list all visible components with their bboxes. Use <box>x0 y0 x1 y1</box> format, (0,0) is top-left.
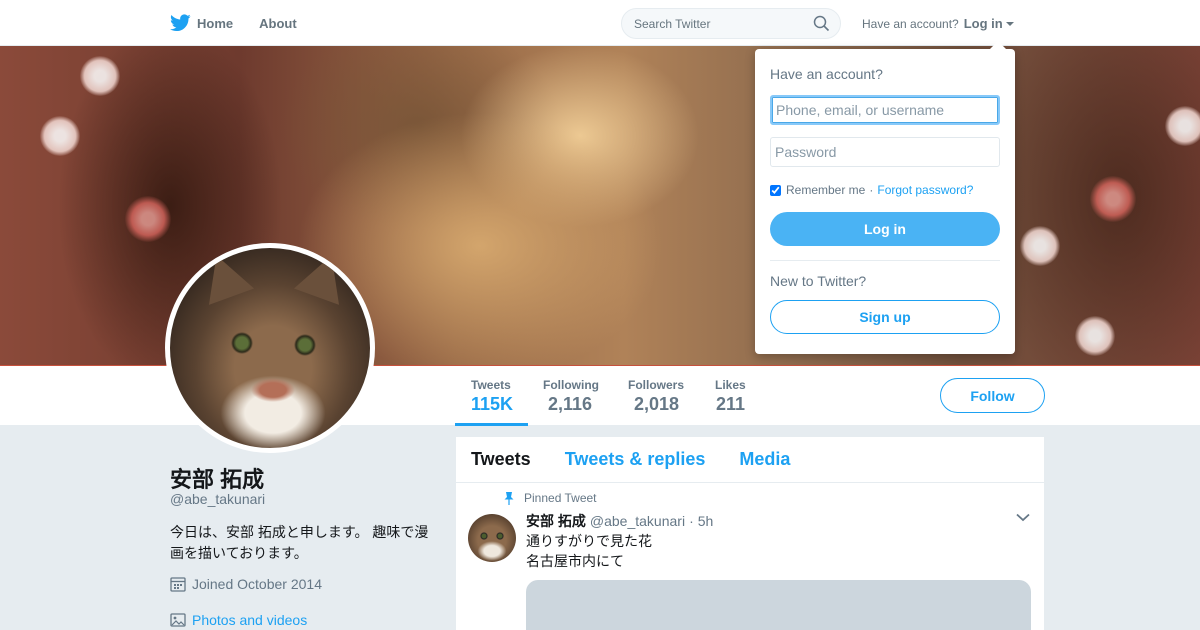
caret-down-icon <box>1005 21 1014 26</box>
tweet-header: 安部 拓成 @abe_takunari · 5h <box>526 511 713 531</box>
remember-checkbox[interactable] <box>770 184 781 196</box>
have-account-text: Have an account? <box>862 16 959 31</box>
remember-label[interactable]: Remember me <box>786 183 865 197</box>
tweet-author-handle[interactable]: @abe_takunari <box>590 513 685 529</box>
banner-decoration <box>1075 316 1115 356</box>
profile-bio: 今日は、安部 拓成と申します。 趣味で漫画を描いております。 <box>170 524 429 561</box>
photos-link-label: Photos and videos <box>192 612 308 628</box>
login-dropdown: Have an account? Remember me · Forgot pa… <box>755 41 1015 354</box>
stat-likes[interactable]: Likes 211 <box>715 378 746 415</box>
password-field[interactable] <box>770 137 1000 167</box>
banner-decoration <box>1020 226 1060 266</box>
tweet-text-line: 通りすがりで見た花 <box>526 533 652 549</box>
stat-followers[interactable]: Followers 2,018 <box>628 378 684 415</box>
photo-icon <box>170 612 186 628</box>
tweet-avatar[interactable] <box>468 514 516 562</box>
search-icon[interactable] <box>813 15 830 37</box>
pinned-tweet[interactable]: Pinned Tweet 安部 拓成 @abe_takunari · 5h 通り… <box>456 437 1044 630</box>
stat-label: Tweets <box>471 378 511 392</box>
pinned-label-text: Pinned Tweet <box>524 491 597 505</box>
chevron-down-icon[interactable] <box>1016 513 1030 522</box>
tweet-author-name[interactable]: 安部 拓成 <box>526 511 586 531</box>
stat-label: Followers <box>628 378 685 392</box>
login-title: Have an account? <box>770 66 883 82</box>
remember-row: Remember me · Forgot password? <box>770 183 973 197</box>
stat-label: Likes <box>715 378 746 392</box>
tweet-media[interactable] <box>526 580 1031 630</box>
banner-decoration <box>1165 106 1200 146</box>
banner-decoration <box>125 196 171 242</box>
profile-joined: Joined October 2014 <box>170 576 322 592</box>
forgot-password-link[interactable]: Forgot password? <box>877 183 973 197</box>
dropdown-divider <box>770 260 1000 261</box>
stat-label: Following <box>543 378 599 392</box>
dropdown-arrow <box>990 41 1006 49</box>
stat-value: 2,116 <box>548 394 593 414</box>
search-box[interactable] <box>621 8 841 39</box>
calendar-icon <box>170 576 186 592</box>
photos-and-videos-link[interactable]: Photos and videos <box>170 612 307 628</box>
profile-joined-text: Joined October 2014 <box>192 576 322 592</box>
profile-handle[interactable]: @abe_takunari <box>170 491 265 507</box>
login-menu-toggle[interactable]: Log in <box>964 16 1014 31</box>
stat-value: 2,018 <box>634 394 680 414</box>
pinned-label: Pinned Tweet <box>504 491 597 505</box>
stat-tweets[interactable]: Tweets 115K <box>471 378 513 415</box>
stat-value: 211 <box>716 394 746 414</box>
nav-home[interactable]: Home <box>170 14 233 32</box>
stat-value: 115K <box>471 394 514 414</box>
follow-button[interactable]: Follow <box>940 378 1045 413</box>
banner-decoration <box>40 116 80 156</box>
banner-decoration <box>1090 176 1136 222</box>
banner-decoration <box>80 56 120 96</box>
tweet-separator: · <box>689 513 694 529</box>
profile-avatar[interactable] <box>165 243 375 453</box>
tweet-text-line: 名古屋市内にて <box>526 553 624 569</box>
new-to-twitter-text: New to Twitter? <box>770 273 867 289</box>
pin-icon <box>504 491 514 505</box>
username-field[interactable] <box>770 95 1000 125</box>
tweet-timestamp[interactable]: 5h <box>698 513 714 529</box>
login-button[interactable]: Log in <box>770 212 1000 246</box>
twitter-bird-icon <box>170 14 191 32</box>
search-input[interactable] <box>622 9 802 38</box>
nav-left: Home About <box>170 0 323 46</box>
active-stat-indicator <box>455 423 528 426</box>
have-account-area: Have an account? Log in <box>862 16 1014 31</box>
nav-home-label: Home <box>197 15 234 31</box>
signup-button[interactable]: Sign up <box>770 300 1000 334</box>
top-navigation: Home About Have an account? Log in <box>0 0 1200 46</box>
login-menu-label: Log in <box>963 16 1003 31</box>
remember-separator: · <box>869 183 874 197</box>
stat-following[interactable]: Following 2,116 <box>543 378 599 415</box>
nav-about[interactable]: About <box>259 16 297 31</box>
profile-name[interactable]: 安部 拓成 <box>170 462 264 494</box>
